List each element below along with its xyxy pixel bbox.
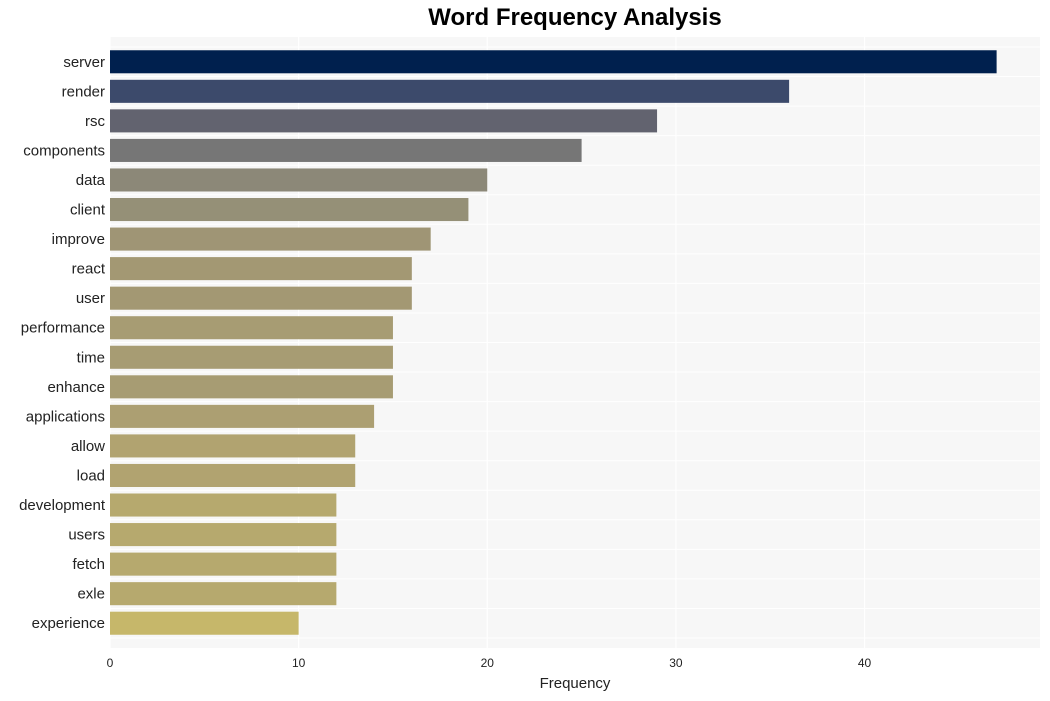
bar-react bbox=[110, 257, 412, 281]
y-tick-label: user bbox=[76, 290, 105, 307]
y-tick-label: fetch bbox=[72, 556, 105, 573]
y-tick-label: development bbox=[19, 497, 106, 514]
y-tick-label: client bbox=[70, 202, 106, 219]
y-tick-label: users bbox=[68, 527, 105, 544]
bar-performance bbox=[110, 316, 393, 340]
x-tick-label: 30 bbox=[669, 656, 683, 670]
y-tick-label: react bbox=[72, 261, 106, 278]
bar-exle bbox=[110, 582, 337, 606]
bar-enhance bbox=[110, 375, 393, 399]
y-tick-label: load bbox=[77, 467, 105, 484]
y-tick-label: rsc bbox=[85, 113, 105, 130]
y-tick-label: time bbox=[77, 349, 105, 366]
y-tick-label: applications bbox=[26, 408, 105, 425]
bar-time bbox=[110, 345, 393, 369]
bar-experience bbox=[110, 611, 299, 635]
bar-users bbox=[110, 523, 337, 547]
y-tick-label: data bbox=[76, 172, 106, 189]
y-tick-label: render bbox=[62, 83, 105, 100]
bar-server bbox=[110, 50, 997, 74]
y-tick-label: exle bbox=[77, 586, 105, 603]
y-tick-label: components bbox=[23, 142, 105, 159]
bar-data bbox=[110, 168, 488, 192]
y-tick-label: allow bbox=[71, 438, 105, 455]
bar-improve bbox=[110, 227, 431, 251]
x-tick-label: 10 bbox=[292, 656, 306, 670]
y-tick-label: experience bbox=[32, 615, 105, 632]
bar-render bbox=[110, 79, 790, 103]
x-tick-label: 0 bbox=[107, 656, 114, 670]
bar-allow bbox=[110, 434, 356, 458]
x-tick-label: 20 bbox=[481, 656, 495, 670]
y-tick-label: performance bbox=[21, 320, 105, 337]
y-tick-label: improve bbox=[52, 231, 105, 248]
bar-development bbox=[110, 493, 337, 517]
bar-fetch bbox=[110, 552, 337, 576]
bar-rsc bbox=[110, 109, 658, 133]
bar-load bbox=[110, 463, 356, 487]
y-tick-label: enhance bbox=[47, 379, 105, 396]
x-axis-label: Frequency bbox=[539, 675, 611, 692]
bar-user bbox=[110, 286, 412, 310]
bar-components bbox=[110, 138, 582, 162]
bar-applications bbox=[110, 404, 375, 428]
bar-chart: 0 10 20 30 40 server render rsc components data cl… bbox=[19, 37, 1040, 670]
bar-client bbox=[110, 198, 469, 222]
x-tick-label: 40 bbox=[858, 656, 872, 670]
y-tick-label: server bbox=[63, 54, 105, 71]
